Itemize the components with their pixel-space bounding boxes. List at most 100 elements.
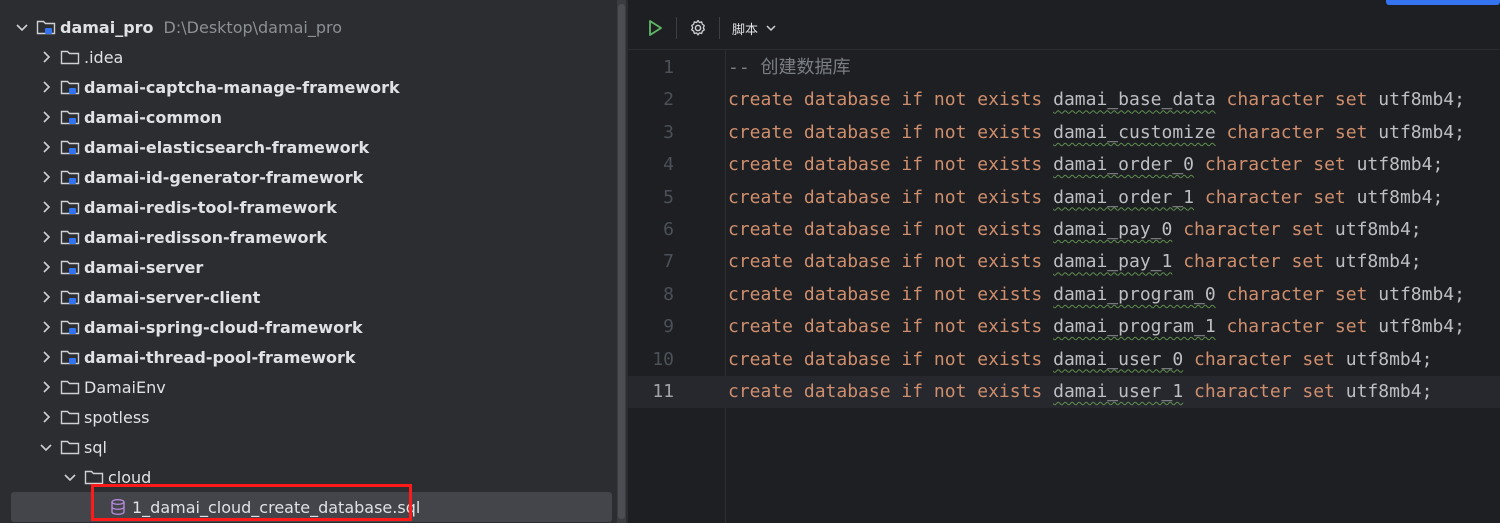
tree-folder-item[interactable]: damai-redis-tool-framework xyxy=(0,192,612,222)
tree-folder-item[interactable]: DamaiEnv xyxy=(0,372,612,402)
folder-icon xyxy=(60,378,80,396)
charset-value: utf8mb4; xyxy=(1378,316,1465,338)
tree-folder-item[interactable]: damai-server-client xyxy=(0,282,612,312)
tree-folder-item[interactable]: damai-server xyxy=(0,252,612,282)
chevron-right-icon[interactable] xyxy=(38,379,54,395)
tree-root[interactable]: damai_pro D:\Desktop\damai_pro xyxy=(0,12,612,42)
module-folder-icon xyxy=(60,168,80,186)
code-line[interactable]: 5 create database if not exists damai_ord… xyxy=(628,182,1500,214)
chevron-right-icon[interactable] xyxy=(38,319,54,335)
code-line[interactable]: 7 create database if not exists damai_pay… xyxy=(628,246,1500,278)
project-tree[interactable]: damai_pro D:\Desktop\damai_pro .idea dama… xyxy=(0,0,617,523)
line-number: 7 xyxy=(663,251,674,273)
code-line[interactable]: 3 create database if not exists damai_cus… xyxy=(628,117,1500,149)
tree-item-label: damai-redisson-framework xyxy=(84,227,328,247)
tree-folder-item[interactable]: sql xyxy=(0,432,612,462)
tree-folder-item[interactable]: spotless xyxy=(0,402,612,432)
module-folder-icon xyxy=(60,318,80,336)
chevron-right-icon[interactable] xyxy=(38,349,54,365)
run-button[interactable] xyxy=(642,15,668,41)
module-folder-icon xyxy=(60,78,80,96)
database-name: damai_customize xyxy=(1053,121,1216,143)
code-line[interactable]: 1 -- 创建数据库 xyxy=(628,52,1500,84)
sql-keyword: character set xyxy=(1183,251,1325,273)
chevron-right-icon[interactable] xyxy=(38,409,54,425)
gear-icon xyxy=(691,19,705,36)
line-number: 10 xyxy=(652,348,674,370)
line-number: 11 xyxy=(652,381,674,402)
code-text[interactable]: create database if not exists damai_user… xyxy=(728,344,1432,376)
tree-item-label: damai-id-generator-framework xyxy=(84,167,364,187)
sql-editor[interactable]: 脚本 1 -- 创建数据库 2 create database if not exis… xyxy=(628,0,1500,523)
code-text[interactable]: create database if not exists damai_prog… xyxy=(728,279,1465,311)
tree-scrollbar[interactable] xyxy=(617,0,626,523)
chevron-right-icon[interactable] xyxy=(38,109,54,125)
chevron-right-icon[interactable] xyxy=(38,199,54,215)
code-line[interactable]: 10 create database if not exists damai_us… xyxy=(628,344,1500,376)
chevron-down-icon[interactable] xyxy=(38,439,54,455)
charset-value: utf8mb4; xyxy=(1345,348,1433,370)
charset-value: utf8mb4; xyxy=(1356,154,1444,176)
code-text[interactable]: create database if not exists damai_base… xyxy=(728,84,1465,116)
code-line[interactable]: 4 create database if not exists damai_ord… xyxy=(628,149,1500,181)
tree-folder-item[interactable]: damai-captcha-manage-framework xyxy=(0,72,612,102)
chevron-right-icon[interactable] xyxy=(38,169,54,185)
script-dropdown-label[interactable]: 脚本 xyxy=(732,19,758,38)
code-line[interactable]: 11 create database if not exists damai_us… xyxy=(628,376,1500,408)
tree-item-label: 1_damai_cloud_create_database.sql xyxy=(132,497,421,517)
toolbar-divider xyxy=(628,49,1500,50)
tree-folder-item[interactable]: damai-spring-cloud-framework xyxy=(0,312,612,342)
tree-item-label: cloud xyxy=(108,467,152,487)
chevron-right-icon[interactable] xyxy=(38,289,54,305)
sql-file-icon xyxy=(108,498,128,516)
code-text[interactable]: create database if not exists damai_prog… xyxy=(728,311,1465,343)
charset-value: utf8mb4; xyxy=(1334,219,1422,240)
sql-keyword: create database if not exists xyxy=(728,251,1043,273)
chevron-right-icon[interactable] xyxy=(38,259,54,275)
code-text[interactable]: create database if not exists damai_orde… xyxy=(728,149,1443,181)
line-number: 5 xyxy=(663,186,674,208)
tree-file-item[interactable]: 1_damai_cloud_create_database.sql xyxy=(11,492,612,522)
chevron-down-icon[interactable] xyxy=(764,21,778,35)
play-icon xyxy=(649,20,662,36)
tree-folder-item[interactable]: damai-elasticsearch-framework xyxy=(0,132,612,162)
tree-item-label: damai-spring-cloud-framework xyxy=(84,317,363,337)
scrollbar-thumb[interactable] xyxy=(618,4,625,519)
code-text[interactable]: -- 创建数据库 xyxy=(728,52,851,84)
tree-folder-item[interactable]: damai-common xyxy=(0,102,612,132)
chevron-down-icon[interactable] xyxy=(62,469,78,485)
settings-button[interactable] xyxy=(685,15,711,41)
code-text[interactable]: create database if not exists damai_orde… xyxy=(728,182,1443,214)
code-text[interactable]: create database if not exists damai_pay_… xyxy=(728,214,1422,246)
sql-keyword: character set xyxy=(1226,89,1368,111)
code-line[interactable]: 9 create database if not exists damai_pro… xyxy=(628,311,1500,343)
charset-value: utf8mb4; xyxy=(1334,251,1422,273)
tree-folder-item[interactable]: damai-id-generator-framework xyxy=(0,162,612,192)
code-line[interactable]: 6 create database if not exists damai_pay… xyxy=(628,214,1500,246)
sql-keyword: character set xyxy=(1226,316,1368,338)
database-name: damai_order_0 xyxy=(1053,154,1195,176)
toolbar-separator xyxy=(719,17,720,39)
chevron-down-icon[interactable] xyxy=(14,19,30,35)
module-folder-icon xyxy=(60,258,80,276)
code-text[interactable]: create database if not exists damai_pay_… xyxy=(728,246,1422,278)
sql-keyword: create database if not exists xyxy=(728,283,1043,305)
tree-folder-item[interactable]: damai-thread-pool-framework xyxy=(0,342,612,372)
database-name: damai_pay_1 xyxy=(1053,251,1173,273)
database-name: damai_program_0 xyxy=(1053,283,1216,305)
tree-folder-item[interactable]: cloud xyxy=(0,462,612,492)
tree-item-label: DamaiEnv xyxy=(84,377,166,397)
code-line[interactable]: 8 create database if not exists damai_pro… xyxy=(628,279,1500,311)
code-line[interactable]: 2 create database if not exists damai_bas… xyxy=(628,84,1500,116)
chevron-right-icon[interactable] xyxy=(38,139,54,155)
tree-folder-item[interactable]: .idea xyxy=(0,42,612,72)
module-folder-icon xyxy=(60,138,80,156)
tree-folder-item[interactable]: damai-redisson-framework xyxy=(0,222,612,252)
ide-window: damai_pro D:\Desktop\damai_pro .idea dama… xyxy=(0,0,1500,523)
folder-icon xyxy=(60,48,80,66)
chevron-right-icon[interactable] xyxy=(38,229,54,245)
code-text[interactable]: create database if not exists damai_user… xyxy=(728,376,1432,408)
chevron-right-icon[interactable] xyxy=(38,49,54,65)
code-text[interactable]: create database if not exists damai_cust… xyxy=(728,117,1465,149)
chevron-right-icon[interactable] xyxy=(38,79,54,95)
